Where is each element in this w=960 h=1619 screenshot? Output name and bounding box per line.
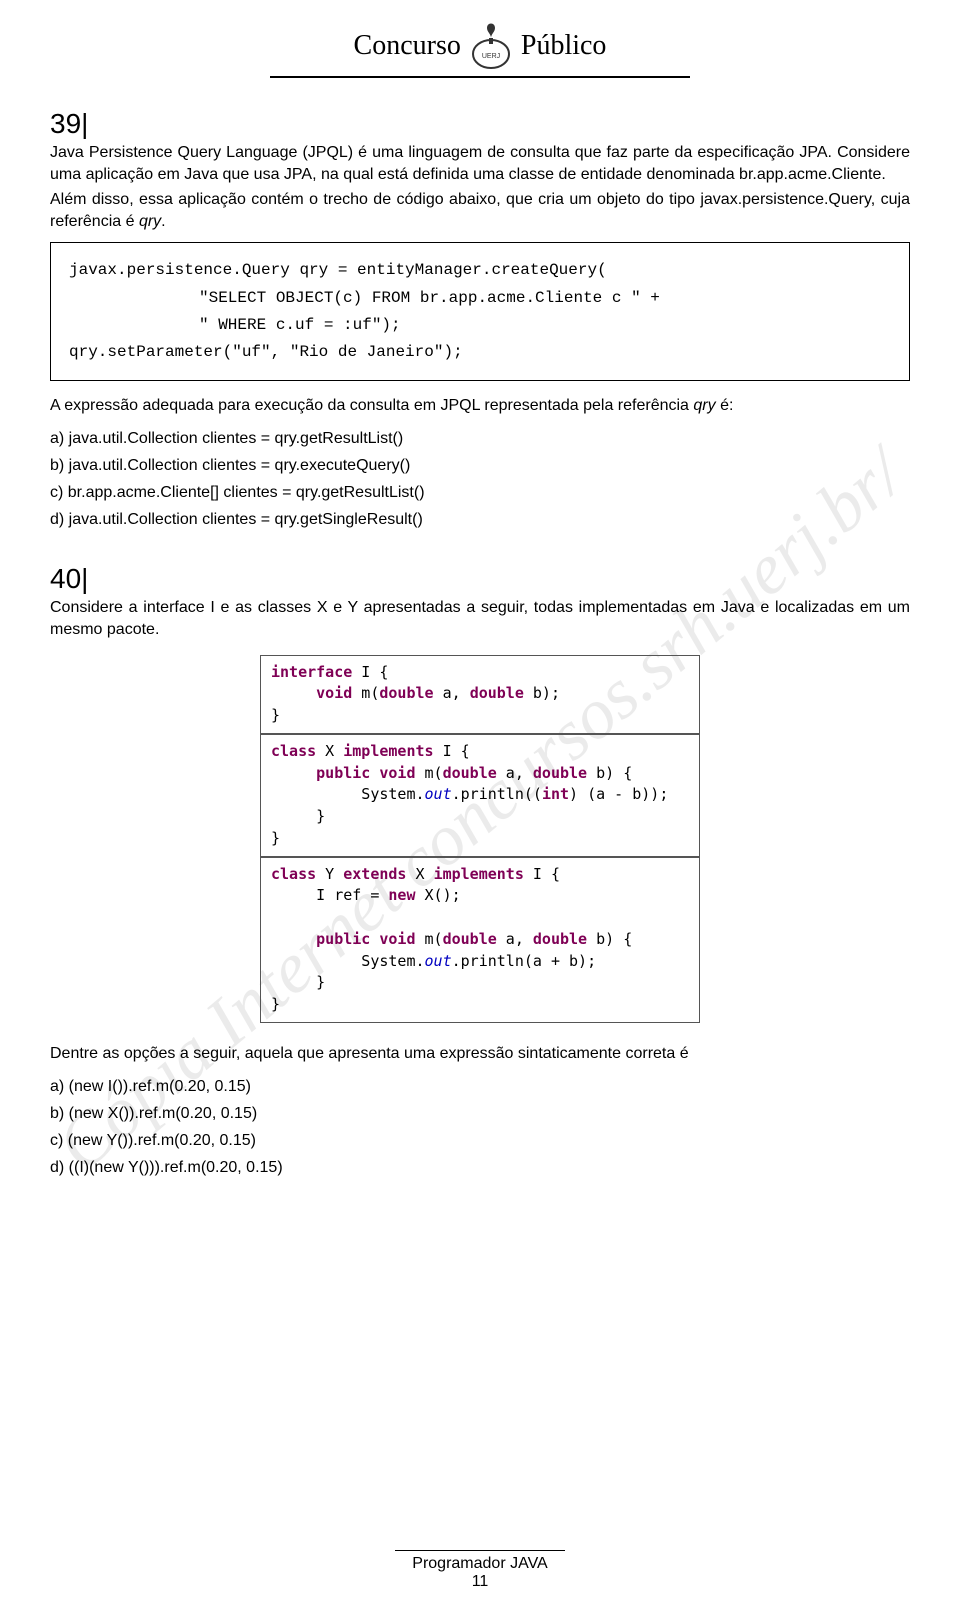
q39-p3-pre: A expressão adequada para execução da co…: [50, 397, 693, 414]
uerj-logo-icon: UERJ: [467, 20, 515, 72]
q39-code-line-3: " WHERE c.uf = :uf");: [69, 312, 891, 339]
header-divider: [270, 76, 690, 78]
q40-option-a: a) (new I()).ref.m(0.20, 0.15): [50, 1073, 910, 1100]
page-footer: Programador JAVA 11: [0, 1550, 960, 1591]
header-left: Concurso: [354, 30, 461, 62]
header-right: Público: [521, 30, 607, 62]
q39-paragraph-2: Além disso, essa aplicação contém o trec…: [50, 189, 910, 232]
q39-code-box: javax.persistence.Query qry = entityMana…: [50, 242, 910, 381]
page-header: Concurso UERJ Público: [50, 20, 910, 78]
q39-p2-pre: Além disso, essa aplicação contém o trec…: [50, 191, 910, 230]
q39-p2-em: qry: [139, 213, 161, 230]
q39-p3-post: é:: [716, 397, 734, 414]
q39-paragraph-3: A expressão adequada para execução da co…: [50, 395, 910, 417]
q40-option-b: b) (new X()).ref.m(0.20, 0.15): [50, 1100, 910, 1127]
q39-option-d: d) java.util.Collection clientes = qry.g…: [50, 506, 910, 533]
q40-options: a) (new I()).ref.m(0.20, 0.15) b) (new X…: [50, 1073, 910, 1182]
q39-option-b: b) java.util.Collection clientes = qry.e…: [50, 452, 910, 479]
q39-option-c: c) br.app.acme.Cliente[] clientes = qry.…: [50, 479, 910, 506]
question-39-number: 39|: [50, 108, 910, 140]
svg-text:UERJ: UERJ: [482, 53, 500, 60]
q39-code-line-1: javax.persistence.Query qry = entityMana…: [69, 261, 607, 279]
q40-option-d: d) ((I)(new Y())).ref.m(0.20, 0.15): [50, 1154, 910, 1181]
q40-code-class-y: class Y extends X implements I { I ref =…: [260, 857, 700, 1023]
q40-code-wrap: interface I { void m(double a, double b)…: [50, 655, 910, 1023]
q39-options: a) java.util.Collection clientes = qry.g…: [50, 425, 910, 534]
q40-paragraph-2: Dentre as opções a seguir, aquela que ap…: [50, 1043, 910, 1065]
q39-p3-em: qry: [693, 397, 715, 414]
q40-option-c: c) (new Y()).ref.m(0.20, 0.15): [50, 1127, 910, 1154]
q39-code-line-2: "SELECT OBJECT(c) FROM br.app.acme.Clien…: [69, 285, 891, 312]
q40-code-interface: interface I { void m(double a, double b)…: [260, 655, 700, 734]
footer-divider: [395, 1550, 565, 1551]
footer-title: Programador JAVA: [0, 1555, 960, 1573]
q40-paragraph-1: Considere a interface I e as classes X e…: [50, 597, 910, 640]
question-40-number: 40|: [50, 563, 910, 595]
footer-page-number: 11: [0, 1573, 960, 1591]
q39-code-line-4: qry.setParameter("uf", "Rio de Janeiro")…: [69, 343, 463, 361]
q39-option-a: a) java.util.Collection clientes = qry.g…: [50, 425, 910, 452]
q39-p2-post: .: [161, 213, 165, 230]
q39-paragraph-1: Java Persistence Query Language (JPQL) é…: [50, 142, 910, 185]
q40-code-class-x: class X implements I { public void m(dou…: [260, 734, 700, 857]
